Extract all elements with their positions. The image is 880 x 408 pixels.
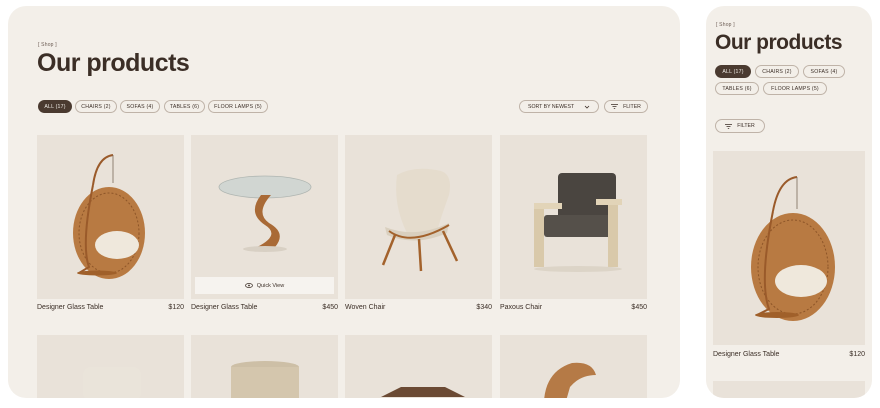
product-name[interactable]: Designer Glass Table — [37, 304, 103, 311]
product-image[interactable] — [713, 381, 865, 398]
desktop-view: [ Shop ] Our products ALL (17) CHAIRS (2… — [8, 6, 680, 398]
product-image[interactable] — [37, 335, 184, 398]
armchair-icon — [534, 173, 622, 272]
product-price: $450 — [322, 304, 338, 311]
coffee-table-icon — [381, 387, 465, 397]
product-name[interactable]: Designer Glass Table — [191, 304, 257, 311]
hanging-egg-chair-icon — [751, 176, 835, 321]
product-card[interactable]: Designer Glass Table $120 — [713, 151, 865, 371]
filter-button[interactable]: FILTER — [715, 119, 765, 133]
product-name[interactable]: Designer Glass Table — [713, 351, 779, 358]
drum-lamp-icon — [231, 361, 299, 398]
product-image[interactable] — [500, 135, 647, 299]
filter-sofas[interactable]: SOFAS (4) — [803, 65, 845, 78]
filter-chairs[interactable]: CHAIRS (2) — [75, 100, 117, 113]
product-card[interactable]: Designer Glass Table $120 — [37, 135, 184, 317]
sofa-icon — [83, 367, 141, 398]
product-card[interactable] — [500, 335, 647, 398]
hanging-egg-chair-icon — [73, 154, 145, 279]
breadcrumb[interactable]: [ Shop ] — [38, 42, 57, 48]
filter-tables[interactable]: TABLES (6) — [164, 100, 205, 113]
lounge-chair-icon — [381, 168, 459, 272]
product-image[interactable] — [191, 335, 338, 398]
product-image[interactable] — [37, 135, 184, 299]
filter-floor-lamps[interactable]: FLOOR LAMPS (5) — [208, 100, 268, 113]
product-image[interactable] — [500, 335, 647, 398]
product-image[interactable] — [713, 151, 865, 345]
page-title: Our products — [715, 31, 843, 54]
chevron-down-icon — [584, 105, 590, 109]
filter-tables[interactable]: TABLES (6) — [715, 82, 759, 95]
product-card[interactable] — [345, 335, 492, 398]
product-price: $120 — [849, 351, 865, 358]
product-card[interactable] — [713, 381, 865, 398]
filter-all[interactable]: ALL (17) — [38, 100, 72, 113]
product-name[interactable]: Woven Chair — [345, 304, 385, 311]
filter-label: FILTER — [737, 123, 755, 129]
product-card[interactable]: Woven Chair $340 — [345, 135, 492, 317]
sort-label: SORT BY NEWEST — [528, 103, 575, 110]
wood-chair-icon — [544, 362, 596, 398]
sort-dropdown[interactable]: SORT BY NEWEST — [519, 100, 599, 113]
filter-chairs[interactable]: CHAIRS (2) — [755, 65, 799, 78]
mobile-view: [ Shop ] Our products ALL (17) CHAIRS (2… — [706, 6, 872, 398]
product-image[interactable] — [345, 335, 492, 398]
product-price: $450 — [631, 304, 647, 311]
breadcrumb[interactable]: [ Shop ] — [716, 22, 735, 28]
page-title: Our products — [37, 49, 190, 77]
glass-table-icon — [218, 175, 312, 252]
filter-icon — [611, 104, 619, 109]
product-card[interactable]: Quick View Designer Glass Table $450 — [191, 135, 338, 317]
product-price: $340 — [476, 304, 492, 311]
filter-icon — [725, 123, 733, 129]
eye-icon — [244, 283, 253, 288]
product-card[interactable] — [37, 335, 184, 398]
filter-all[interactable]: ALL (17) — [715, 65, 751, 78]
product-price: $120 — [168, 304, 184, 311]
product-card[interactable]: Paxous Chair $450 — [500, 135, 647, 317]
quick-view-button[interactable]: Quick View — [195, 277, 334, 294]
quick-view-label: Quick View — [256, 282, 285, 289]
product-image[interactable]: Quick View — [191, 135, 338, 299]
product-card[interactable] — [191, 335, 338, 398]
filter-button[interactable]: FLITER — [604, 100, 648, 113]
filter-floor-lamps[interactable]: FLOOR LAMPS (5) — [763, 82, 827, 95]
filter-sofas[interactable]: SOFAS (4) — [120, 100, 160, 113]
product-image[interactable] — [345, 135, 492, 299]
product-name[interactable]: Paxous Chair — [500, 304, 542, 311]
filter-label: FLITER — [623, 103, 641, 110]
